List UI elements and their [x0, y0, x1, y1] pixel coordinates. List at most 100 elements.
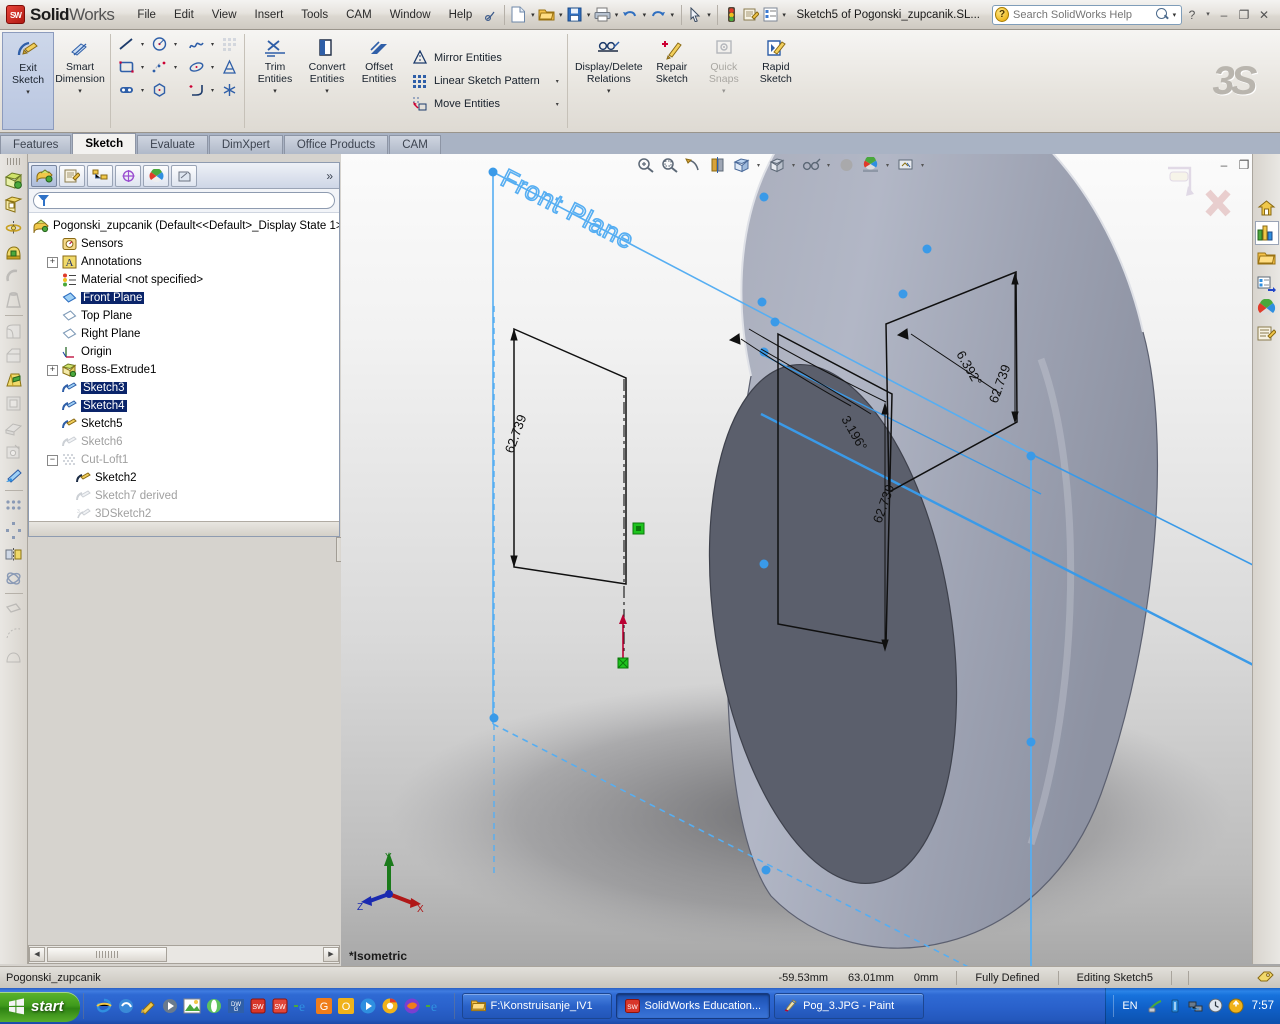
slot-caret-icon[interactable]: ▾ [137, 79, 148, 101]
edrawings-icon[interactable]: e [293, 997, 311, 1015]
extruded-cut-icon[interactable] [2, 192, 26, 216]
filter-container[interactable] [33, 192, 335, 209]
quick-snaps-button[interactable]: Quick Snaps ▾ [698, 32, 750, 130]
lofted-boss-icon[interactable] [2, 264, 26, 288]
mirror-entities-button[interactable]: Mirror Entities [409, 47, 563, 70]
dimxpert-manager-tab[interactable] [115, 164, 141, 187]
ellipse-icon[interactable] [185, 56, 207, 78]
open-document-caret-icon[interactable]: ▾ [556, 4, 565, 26]
apply-scene-icon[interactable] [858, 155, 882, 175]
shell-feature-icon[interactable] [2, 391, 26, 415]
task-buttons[interactable]: F:\Konstruisanje_IV1 SW SolidWorks Educa… [458, 988, 1106, 1024]
chamfer-feature-icon[interactable] [2, 343, 26, 367]
search-magnifier-icon[interactable] [1155, 7, 1170, 23]
new-document-icon[interactable] [509, 4, 528, 26]
undo-icon[interactable] [621, 4, 640, 26]
media-player-icon[interactable] [161, 997, 179, 1015]
solidworks-taskbar-icon[interactable]: SW [249, 997, 267, 1015]
trim-entities-button[interactable]: Trim Entities ▾ [249, 32, 301, 130]
linear-pattern-left-icon[interactable] [2, 494, 26, 518]
minimize-button[interactable]: – [1214, 4, 1234, 26]
taskbar-clock[interactable]: 7:57 [1252, 1000, 1274, 1012]
browser2-icon[interactable] [117, 997, 135, 1015]
fillet-caret-icon[interactable]: ▾ [207, 79, 218, 101]
system-tray[interactable]: EN 7:57 [1105, 988, 1280, 1024]
menu-item-cam[interactable]: CAM [337, 6, 381, 24]
feature-manager-tab-strip[interactable]: » [29, 163, 339, 189]
status-tag-icon[interactable] [1257, 970, 1274, 985]
clock-tray-icon[interactable] [1208, 998, 1224, 1014]
tree-item-sketch7-derived[interactable]: Sketch7 derived [33, 487, 337, 505]
scroll-right-button[interactable]: ▶ [323, 947, 339, 962]
mirror-left-icon[interactable] [2, 542, 26, 566]
tree-item-sketch6[interactable]: Sketch6 [33, 433, 337, 451]
scroll-left-button[interactable]: ◀ [29, 947, 45, 962]
redo-icon[interactable] [649, 4, 668, 26]
plane-left-icon[interactable] [2, 597, 26, 621]
hole-wizard-icon[interactable] [2, 439, 26, 463]
spline-icon[interactable] [185, 33, 207, 55]
apply-scene-caret-icon[interactable]: ▾ [882, 155, 893, 175]
tree-item-annotations[interactable]: + A Annotations [33, 253, 337, 271]
panel-horizontal-scrollbar[interactable]: ◀ ▶ [28, 945, 340, 964]
start-button[interactable]: start [0, 991, 80, 1022]
point-icon[interactable] [218, 79, 240, 101]
options-icon[interactable] [741, 4, 760, 26]
open-document-icon[interactable] [537, 4, 556, 26]
display-manager-tab[interactable] [143, 164, 169, 187]
view-orientation-caret-icon[interactable]: ▾ [753, 155, 764, 175]
curve-left-icon[interactable] [2, 621, 26, 645]
task-button-solidworks[interactable]: SW SolidWorks Education... [615, 993, 771, 1019]
media2-icon[interactable] [359, 997, 377, 1015]
filter-input[interactable] [49, 194, 330, 207]
select-caret-icon[interactable]: ▾ [705, 4, 714, 26]
polygon-icon[interactable] [148, 79, 170, 101]
spline-points-icon[interactable] [148, 56, 170, 78]
revolved-boss-icon[interactable] [2, 216, 26, 240]
smart-dimension-button[interactable]: Smart Dimension ▾ [54, 32, 106, 130]
rectangle-icon[interactable] [115, 56, 137, 78]
tree-item-boss-extrude1[interactable]: + Boss-Extrude1 [33, 361, 337, 379]
save-icon[interactable] [565, 4, 584, 26]
properties-caret-icon[interactable]: ▾ [780, 4, 789, 26]
expander-plus-icon[interactable]: + [47, 364, 58, 376]
help-caret-icon[interactable]: ▾ [1202, 4, 1214, 26]
menu-item-edit[interactable]: Edit [165, 6, 203, 24]
opera-icon[interactable] [205, 997, 223, 1015]
menu-item-tools[interactable]: Tools [292, 6, 337, 24]
fillet-icon[interactable] [185, 79, 207, 101]
text-icon[interactable] [218, 56, 240, 78]
display-style-icon[interactable] [764, 155, 788, 175]
command-manager-tabs[interactable]: Features Sketch Evaluate DimXpert Office… [0, 133, 1280, 154]
help-button[interactable]: ? [1182, 4, 1202, 26]
quick-snaps-dropdown-icon[interactable]: ▾ [722, 86, 726, 98]
rebuild-traffic-light-icon[interactable] [722, 4, 741, 26]
search-container[interactable]: ? ▾ [992, 4, 1182, 26]
firefox-icon[interactable] [403, 997, 421, 1015]
boundary-boss-icon[interactable] [2, 288, 26, 312]
tree-root-row[interactable]: Pogonski_zupcanik (Default<<Default>_Dis… [33, 217, 339, 235]
tree-item-origin[interactable]: Origin [33, 343, 337, 361]
graphics-area[interactable]: Front Plane 62.739 3.196° 6.392° 62.739 … [341, 154, 1280, 966]
circle-icon[interactable] [148, 33, 170, 55]
tree-item-material[interactable]: Material <not specified> [33, 271, 337, 289]
tree-item-sketch5[interactable]: Sketch5 [33, 415, 337, 433]
search-caret-icon[interactable]: ▾ [1170, 4, 1179, 26]
close-button[interactable]: ✕ [1254, 4, 1274, 26]
dwg-viewer-icon[interactable]: DW G [227, 997, 245, 1015]
view-orientation-icon[interactable] [729, 155, 753, 175]
circle-caret-icon[interactable]: ▾ [170, 33, 181, 55]
linear-sketch-pattern-button[interactable]: Linear Sketch Pattern ▾ [409, 70, 563, 93]
fillet-feature-icon[interactable] [2, 319, 26, 343]
extruded-boss-icon[interactable] [2, 168, 26, 192]
trim-dropdown-icon[interactable]: ▾ [273, 86, 277, 98]
slot-icon[interactable] [115, 79, 137, 101]
feature-manager-tab[interactable] [31, 164, 57, 187]
print-caret-icon[interactable]: ▾ [612, 4, 621, 26]
zoom-to-fit-icon[interactable] [633, 155, 657, 175]
office-icon[interactable]: O [337, 997, 355, 1015]
search-properties-icon[interactable] [1255, 271, 1279, 295]
rib-feature-icon[interactable] [2, 415, 26, 439]
search-input[interactable] [1013, 8, 1155, 21]
restore-button[interactable]: ❐ [1234, 4, 1254, 26]
